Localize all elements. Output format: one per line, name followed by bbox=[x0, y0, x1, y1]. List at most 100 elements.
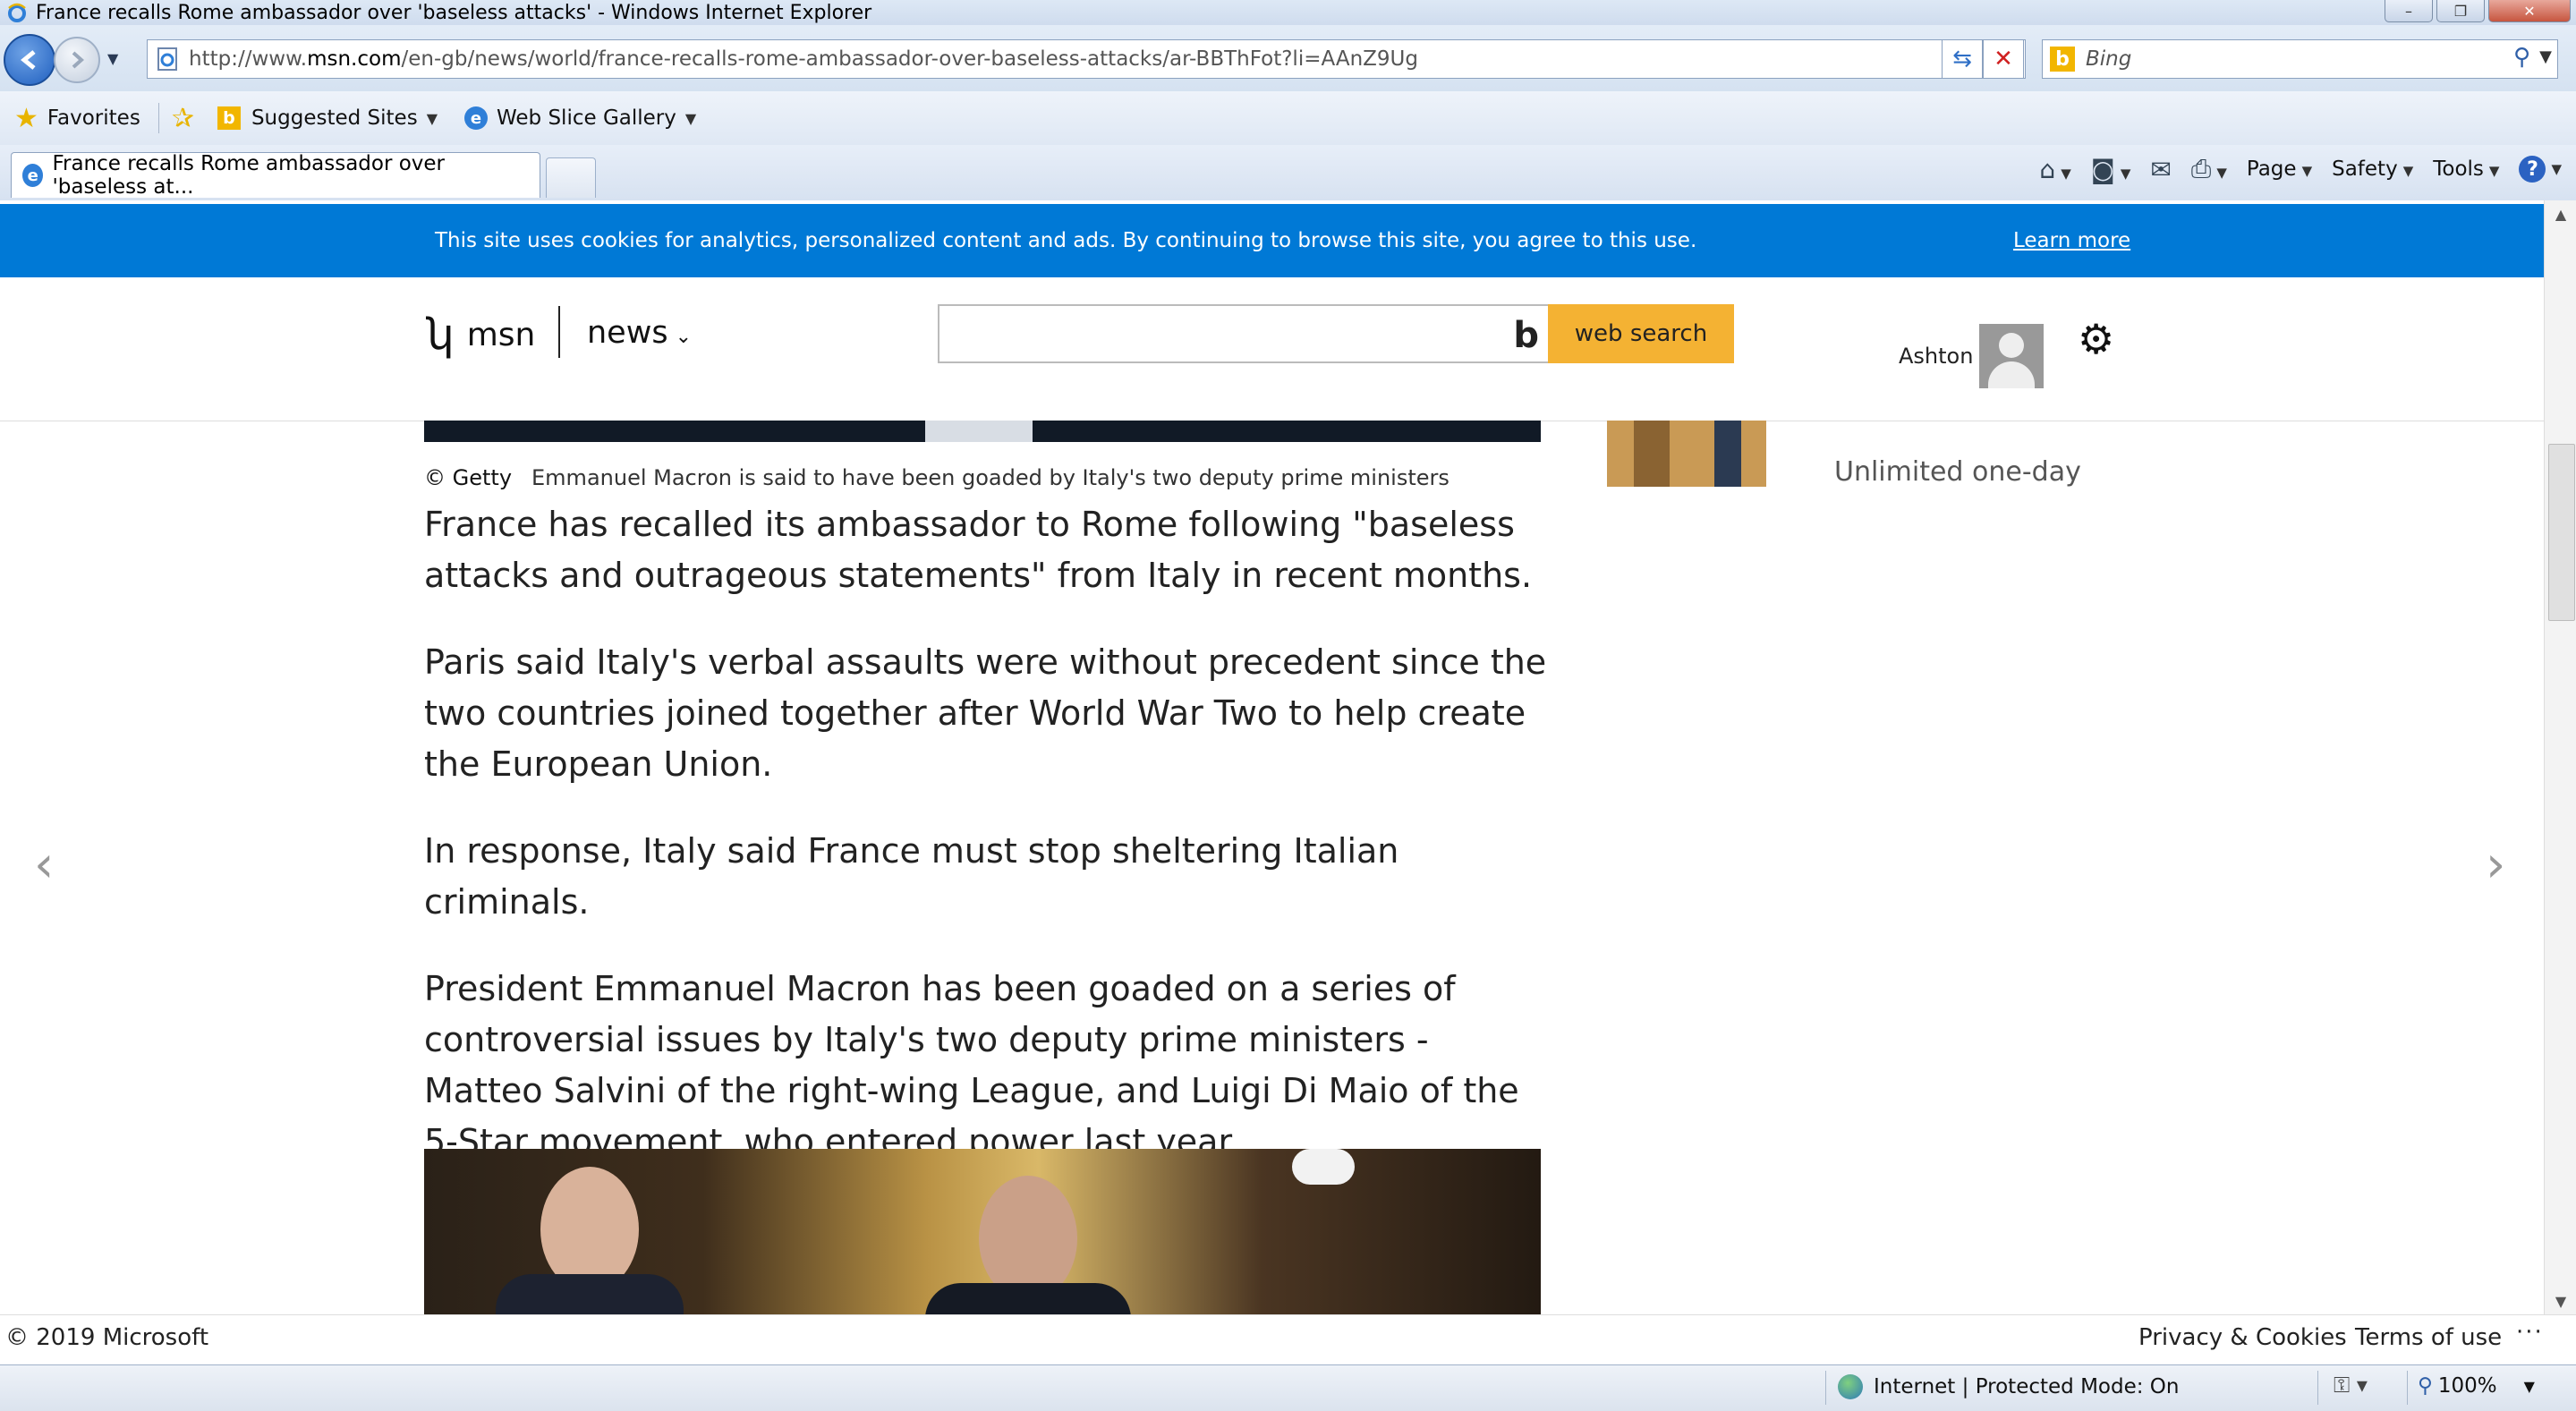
article-paragraph: President Emmanuel Macron has been goade… bbox=[424, 969, 1519, 1161]
gear-icon[interactable]: ⚙ bbox=[2078, 315, 2114, 363]
avatar[interactable] bbox=[1979, 324, 2044, 388]
web-slice-gallery-button[interactable]: e Web Slice Gallery ▼ bbox=[464, 106, 696, 130]
safety-menu[interactable]: Safety ▼ bbox=[2332, 157, 2413, 181]
feeds-button[interactable]: ◙ ▼ bbox=[2091, 155, 2131, 184]
forward-button[interactable] bbox=[54, 37, 100, 83]
ie-page-icon: e bbox=[464, 106, 488, 130]
web-slice-gallery-label: Web Slice Gallery bbox=[497, 106, 676, 130]
bing-icon: b bbox=[2050, 47, 2075, 72]
scroll-up-icon[interactable]: ▲ bbox=[2545, 200, 2576, 227]
maximize-button[interactable]: ❐ bbox=[2436, 0, 2485, 22]
back-button[interactable] bbox=[4, 34, 55, 86]
header-divider bbox=[558, 306, 560, 358]
address-row: ▼ http://www.msn.com/en-gb/news/world/fr… bbox=[0, 25, 2576, 91]
back-arrow-icon bbox=[21, 50, 36, 70]
close-window-button[interactable]: ✕ bbox=[2488, 0, 2571, 22]
search-icon[interactable]: ⚲ bbox=[2513, 44, 2530, 71]
page-viewport: This site uses cookies for analytics, pe… bbox=[0, 200, 2576, 1314]
rss-icon: ◙ bbox=[2090, 154, 2115, 184]
ad-text[interactable]: Unlimited one-day bbox=[1834, 456, 2081, 488]
window-title-bar: France recalls Rome ambassador over 'bas… bbox=[0, 0, 2576, 25]
article-photo bbox=[424, 1149, 1541, 1314]
print-icon: ⎙ bbox=[2190, 154, 2212, 183]
add-favorite-star-icon: ✰ bbox=[171, 102, 194, 134]
bing-logo-icon: b bbox=[1513, 315, 1539, 356]
tools-menu[interactable]: Tools ▼ bbox=[2433, 157, 2499, 181]
ie-logo-icon bbox=[8, 3, 26, 22]
help-icon: ? bbox=[2519, 156, 2546, 183]
zoom-control[interactable]: ⚲ 100% ▼ bbox=[2418, 1374, 2535, 1398]
web-search-button[interactable]: web search bbox=[1548, 304, 1734, 363]
caption-text: Emmanuel Macron is said to have been goa… bbox=[531, 465, 1450, 490]
minimize-button[interactable]: – bbox=[2385, 0, 2433, 22]
page-icon bbox=[157, 47, 177, 71]
window-title: France recalls Rome ambassador over 'bas… bbox=[36, 1, 872, 24]
print-button[interactable]: ⎙ ▼ bbox=[2191, 154, 2227, 184]
image-caption: © Getty Emmanuel Macron is said to have b… bbox=[424, 465, 1450, 490]
page-footer: © 2019 Microsoft Privacy & Cookies Terms… bbox=[0, 1314, 2576, 1365]
article-body: France has recalled its ambassador to Ro… bbox=[424, 499, 1552, 1203]
msn-brand: msn bbox=[466, 316, 536, 353]
privacy-link[interactable]: Privacy & Cookies bbox=[2138, 1324, 2347, 1351]
tab-ie-icon: e bbox=[22, 164, 44, 187]
zoom-icon: ⚲ bbox=[2418, 1374, 2433, 1398]
mail-button[interactable]: ✉ bbox=[2150, 155, 2171, 184]
scroll-thumb[interactable] bbox=[2548, 444, 2575, 621]
refresh-button[interactable]: ⇆ bbox=[1942, 39, 1983, 79]
article-paragraph: Paris said Italy's verbal assaults were … bbox=[424, 642, 1547, 784]
previous-article-arrow-icon[interactable]: ‹ bbox=[34, 836, 54, 894]
vertical-scrollbar[interactable]: ▲ ▼ bbox=[2544, 200, 2576, 1314]
msn-butterfly-icon: ʮ bbox=[426, 310, 455, 360]
terms-link[interactable]: Terms of use bbox=[2355, 1324, 2502, 1351]
search-box[interactable]: b Bing ⚲ ▼ bbox=[2042, 39, 2558, 79]
copyright-text: © 2019 Microsoft bbox=[5, 1324, 209, 1351]
mail-icon: ✉ bbox=[2150, 154, 2172, 184]
zone-text: Internet | Protected Mode: On bbox=[1874, 1375, 2180, 1398]
bing-small-icon: b bbox=[217, 106, 241, 130]
more-options-icon[interactable]: ··· bbox=[2516, 1319, 2544, 1346]
news-section-menu[interactable]: news ⌄ bbox=[587, 315, 692, 351]
page-menu[interactable]: Page ▼ bbox=[2247, 157, 2312, 181]
new-tab-button[interactable] bbox=[546, 157, 596, 198]
status-bar: Internet | Protected Mode: On ⚿ ▾ ⚲ 100%… bbox=[0, 1364, 2576, 1411]
search-placeholder: Bing bbox=[2086, 47, 2132, 71]
home-button[interactable]: ⌂ ▼ bbox=[2039, 155, 2070, 184]
stop-button[interactable]: ✕ bbox=[1983, 39, 2024, 79]
address-bar[interactable]: http://www.msn.com/en-gb/news/world/fran… bbox=[147, 39, 2026, 79]
tab-active[interactable]: e France recalls Rome ambassador over 'b… bbox=[11, 152, 540, 199]
help-button[interactable]: ? ▼ bbox=[2519, 156, 2562, 183]
caption-credit: © Getty bbox=[424, 465, 513, 490]
msn-logo[interactable]: ʮ msn bbox=[426, 310, 535, 360]
url-text: http://www.msn.com/en-gb/news/world/fran… bbox=[189, 47, 1418, 71]
scroll-down-icon[interactable]: ▼ bbox=[2545, 1288, 2576, 1314]
tab-row: e France recalls Rome ambassador over 'b… bbox=[0, 145, 2576, 201]
stop-icon: ✕ bbox=[1994, 46, 2013, 72]
news-section-label: news bbox=[587, 315, 668, 351]
favorites-separator bbox=[157, 103, 159, 133]
cookie-message: This site uses cookies for analytics, pe… bbox=[435, 229, 1697, 252]
zoom-level: 100% bbox=[2437, 1374, 2497, 1398]
chevron-down-icon: ▼ bbox=[426, 109, 438, 127]
recent-pages-dropdown[interactable]: ▼ bbox=[107, 50, 118, 67]
chevron-down-icon: ▼ bbox=[2523, 1377, 2535, 1395]
add-to-favorites-bar-button[interactable]: ✰ bbox=[172, 103, 203, 134]
user-name[interactable]: Ashton bbox=[1899, 344, 1973, 369]
favorites-label: Favorites bbox=[47, 106, 140, 130]
protected-mode-icon[interactable]: ⚿ ▾ bbox=[2334, 1373, 2368, 1398]
favorites-star-icon: ★ bbox=[14, 102, 38, 134]
tab-label: France recalls Rome ambassador over 'bas… bbox=[52, 152, 446, 199]
forward-arrow-icon bbox=[72, 51, 85, 69]
security-zone[interactable]: Internet | Protected Mode: On bbox=[1838, 1374, 2180, 1399]
suggested-sites-button[interactable]: b Suggested Sites ▼ bbox=[217, 106, 438, 130]
ad-image[interactable] bbox=[1607, 421, 1766, 487]
globe-icon bbox=[1838, 1374, 1863, 1399]
msn-search-input[interactable]: b bbox=[938, 304, 1550, 363]
search-options-dropdown[interactable]: ▼ bbox=[2539, 47, 2552, 66]
next-article-arrow-icon[interactable]: › bbox=[2486, 836, 2505, 894]
suggested-sites-label: Suggested Sites bbox=[251, 106, 418, 130]
learn-more-link[interactable]: Learn more bbox=[2013, 229, 2130, 252]
favorites-button[interactable]: ★ Favorites bbox=[14, 103, 140, 134]
article-paragraph: France has recalled its ambassador to Ro… bbox=[424, 505, 1533, 595]
refresh-icon: ⇆ bbox=[1952, 46, 1972, 72]
favorites-bar: ★ Favorites ✰ b Suggested Sites ▼ e Web … bbox=[0, 91, 2576, 145]
